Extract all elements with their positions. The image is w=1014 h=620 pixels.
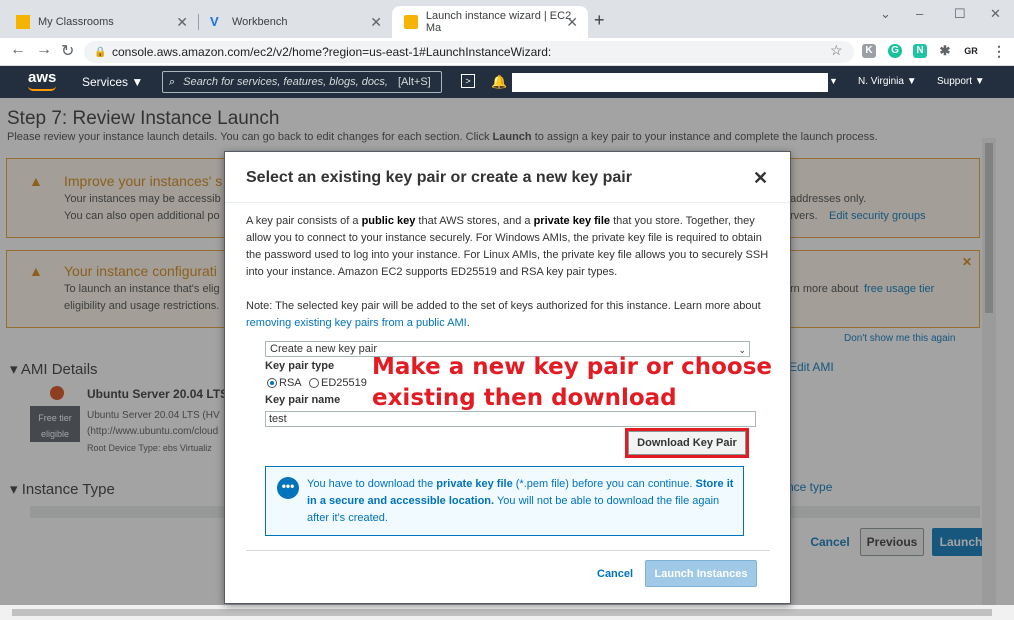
services-menu[interactable]: Services ▼ <box>82 75 143 89</box>
region-selector[interactable]: N. Virginia ▼ <box>858 76 917 87</box>
annotation-text: Make a new key pair or choose existing t… <box>372 352 772 414</box>
aws-search-input[interactable]: ⌕ Search for services, features, blogs, … <box>162 71 442 93</box>
text: that AWS stores, and a <box>415 215 534 227</box>
close-tab-icon[interactable]: ✕ <box>566 14 578 31</box>
url-input[interactable]: 🔒 console.aws.amazon.com/ec2/v2/home?reg… <box>84 41 854 63</box>
radio-label: ED25519 <box>321 377 367 389</box>
tab-workbench[interactable]: V Workbench ✕ <box>198 6 392 38</box>
url-text: console.aws.amazon.com/ec2/v2/home?regio… <box>112 45 552 59</box>
text: . <box>466 317 470 329</box>
bell-icon[interactable]: 🔔 <box>491 74 507 90</box>
extension-k-icon[interactable]: K <box>862 44 876 58</box>
address-bar: ← → ↻ 🔒 console.aws.amazon.com/ec2/v2/ho… <box>0 38 1014 66</box>
minimize-button[interactable]: – <box>916 6 923 21</box>
chevron-down-icon[interactable]: ▼ <box>829 76 838 86</box>
puzzle-icon[interactable]: ✱ <box>938 44 952 58</box>
search-shortcut: [Alt+S] <box>398 76 431 88</box>
cloudshell-icon[interactable]: > <box>461 74 475 88</box>
menu-kebab-icon[interactable]: ⋮ <box>992 44 1006 58</box>
text-bold: private key file <box>533 215 611 227</box>
aws-smile-icon <box>28 86 56 91</box>
vocareum-icon: V <box>210 14 219 29</box>
download-key-pair-button[interactable]: Download Key Pair <box>625 428 749 458</box>
dialog-title: Select an existing key pair or create a … <box>246 169 632 186</box>
horizontal-scrollbar[interactable] <box>0 605 1014 620</box>
radio-label: RSA <box>279 377 302 389</box>
reload-icon[interactable]: ↻ <box>61 41 74 61</box>
lock-icon: 🔒 <box>94 46 107 58</box>
text-bold: private key file <box>436 478 513 490</box>
maximize-button[interactable]: ☐ <box>954 6 966 22</box>
radio-ed25519[interactable]: ED25519 <box>309 377 367 389</box>
aws-logo[interactable]: aws <box>28 69 56 86</box>
aws-tab-icon <box>404 15 418 29</box>
close-icon[interactable]: ✕ <box>753 168 768 189</box>
tab-title: My Classrooms <box>38 16 114 28</box>
support-menu[interactable]: Support ▼ <box>937 76 985 87</box>
download-info-box: ••• You have to download the private key… <box>265 466 744 536</box>
radio-unselected[interactable] <box>309 378 319 388</box>
key-pair-name-label: Key pair name <box>265 394 341 406</box>
search-placeholder: Search for services, features, blogs, do… <box>183 76 388 88</box>
chat-bubble-icon: ••• <box>277 477 299 499</box>
close-tab-icon[interactable]: ✕ <box>370 14 382 31</box>
extension-gr-icon[interactable]: GR <box>964 44 978 58</box>
removing-key-pairs-link[interactable]: removing existing key pairs from a publi… <box>246 317 467 329</box>
annotation-line: Make a new key pair or choose <box>372 354 772 380</box>
key-pair-dialog: Select an existing key pair or create a … <box>224 151 791 604</box>
browser-tab-bar: My Classrooms ✕ V Workbench ✕ Launch ins… <box>0 0 1014 38</box>
key-pair-note: Note: The selected key pair will be adde… <box>246 298 776 332</box>
tab-title: Workbench <box>232 16 288 28</box>
account-dropdown[interactable] <box>512 73 828 92</box>
grammarly-icon[interactable]: G <box>888 44 902 58</box>
info-text: You have to download the private key fil… <box>307 476 739 527</box>
annotation-line: existing then download <box>372 385 677 411</box>
tab-title: Launch instance wizard | EC2 Ma <box>425 10 572 34</box>
text: (*.pem file) before you can continue. <box>512 478 696 490</box>
new-tab-button[interactable]: + <box>594 10 605 31</box>
divider <box>225 202 790 203</box>
forward-icon[interactable]: → <box>36 41 52 59</box>
scrollbar-thumb[interactable] <box>12 609 992 616</box>
close-window-button[interactable]: ✕ <box>990 6 1001 22</box>
text-bold: public key <box>361 215 416 227</box>
tab-my-classrooms[interactable]: My Classrooms ✕ <box>4 6 198 38</box>
text: Note: The selected key pair will be adde… <box>246 300 761 312</box>
launch-instances-button[interactable]: Launch Instances <box>645 560 757 587</box>
tab-search-icon[interactable]: ⌄ <box>880 6 891 22</box>
classroom-icon <box>16 15 30 29</box>
search-icon: ⌕ <box>169 75 176 88</box>
text: A key pair consists of a <box>246 215 362 227</box>
key-pair-explanation: A key pair consists of a public key that… <box>246 213 776 281</box>
close-tab-icon[interactable]: ✕ <box>176 14 188 31</box>
back-icon[interactable]: ← <box>10 41 26 59</box>
tab-launch-instance-wizard[interactable]: Launch instance wizard | EC2 Ma ✕ <box>392 6 588 38</box>
cancel-button[interactable]: Cancel <box>597 568 633 580</box>
select-value: Create a new key pair <box>270 343 377 355</box>
divider <box>246 550 770 551</box>
text: You have to download the <box>307 478 437 490</box>
radio-selected[interactable] <box>267 378 277 388</box>
bookmark-star-icon[interactable]: ☆ <box>830 42 843 59</box>
aws-top-nav: aws Services ▼ ⌕ Search for services, fe… <box>0 66 1014 98</box>
button-label: Download Key Pair <box>628 431 746 455</box>
radio-rsa[interactable]: RSA <box>267 377 302 389</box>
key-pair-type-label: Key pair type <box>265 360 335 372</box>
extension-n-icon[interactable]: N <box>913 44 927 58</box>
